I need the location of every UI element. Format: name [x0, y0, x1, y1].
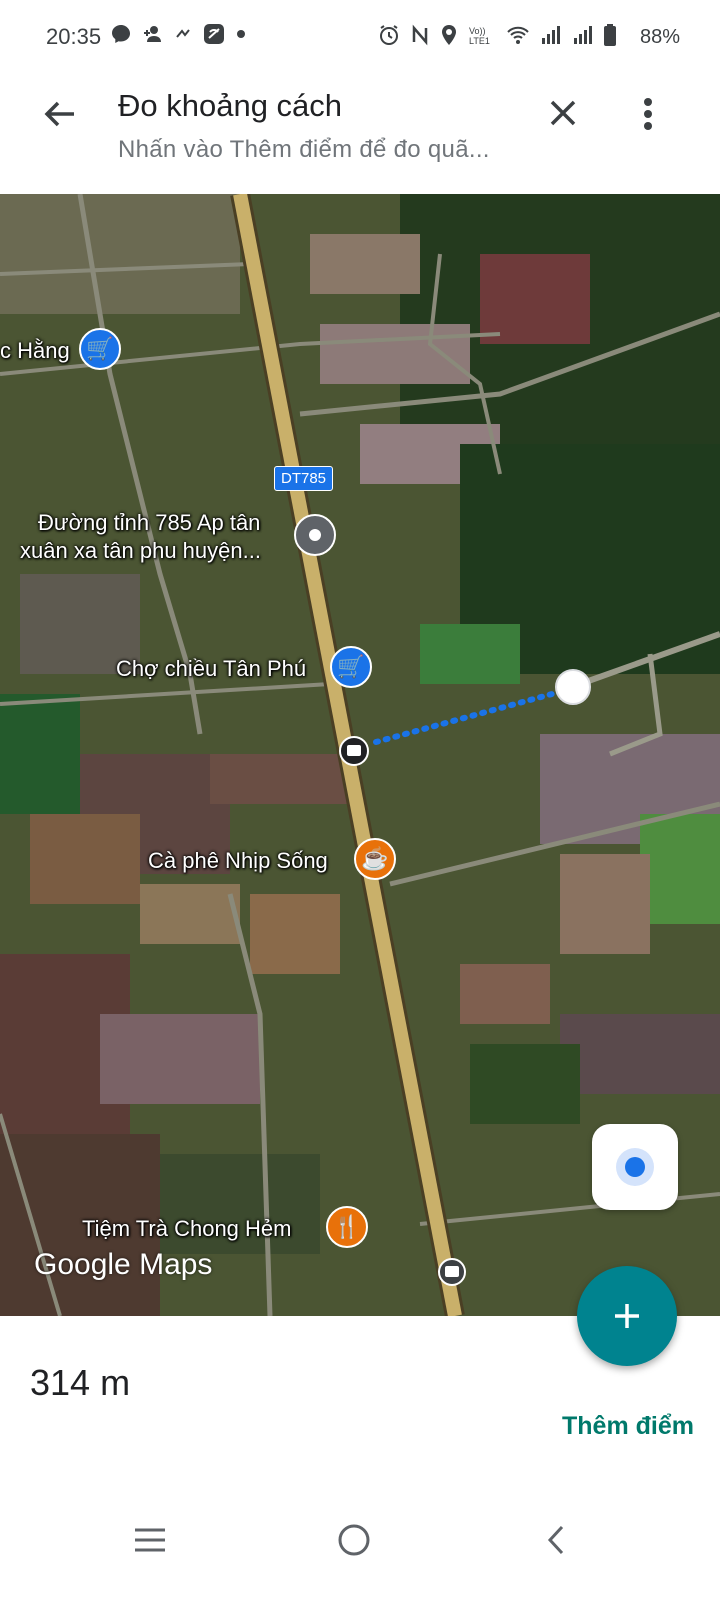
- poi-label-duong-tinh[interactable]: Đường tỉnh 785 Ap tân: [38, 510, 260, 536]
- my-location-icon: [616, 1148, 654, 1186]
- plus-icon: [615, 1304, 639, 1328]
- status-right-icons: Vo)) LTE1: [378, 24, 616, 46]
- location-icon: [442, 25, 456, 45]
- poi-label-hang[interactable]: c Hằng: [0, 338, 70, 364]
- battery-percentage: 88%: [639, 26, 680, 48]
- wifi-icon: [507, 26, 529, 44]
- back-button[interactable]: [36, 90, 84, 138]
- shopping-cart-icon[interactable]: 🛒: [330, 646, 372, 688]
- road-shield: DT785: [274, 466, 334, 491]
- recent-apps-button[interactable]: [120, 1510, 180, 1570]
- system-back-button[interactable]: [526, 1510, 586, 1570]
- app-notification-icon: [176, 29, 190, 38]
- vpn-icon: [204, 24, 224, 44]
- poi-label-tiem-tra[interactable]: Tiệm Trà Chong Hẻm: [82, 1216, 291, 1242]
- page-title: Đo khoảng cách: [118, 88, 343, 123]
- alarm-icon: [380, 25, 398, 45]
- dot-icon: [237, 30, 245, 38]
- restaurant-icon[interactable]: 🍴: [326, 1206, 368, 1248]
- distance-value: 314 m: [30, 1362, 131, 1403]
- messenger-icon: [112, 25, 130, 43]
- battery-icon: [604, 24, 616, 46]
- add-person-icon: [144, 26, 161, 42]
- home-icon: [338, 1524, 370, 1556]
- recents-icon: [135, 1528, 165, 1552]
- svg-text:Vo)): Vo)): [469, 26, 486, 36]
- volte-icon: Vo))LTE1: [469, 26, 490, 46]
- location-pin-icon[interactable]: [294, 514, 336, 556]
- status-time: 20:35: [46, 24, 102, 49]
- chevron-left-icon: [547, 1525, 564, 1555]
- add-point-button[interactable]: Thêm điểm: [562, 1412, 694, 1441]
- page-subtitle: Nhấn vào Thêm điểm để đo quã...: [118, 136, 490, 163]
- poi-label-duong-tinh-line2[interactable]: xuân xa tân phu huyện...: [20, 538, 261, 564]
- shopping-cart-icon[interactable]: 🛒: [79, 328, 121, 370]
- my-location-button[interactable]: [592, 1124, 678, 1210]
- coffee-icon[interactable]: ☕: [354, 838, 396, 880]
- poi-label-cho-chieu[interactable]: Chợ chiều Tân Phú: [116, 656, 306, 682]
- svg-text:LTE1: LTE1: [469, 36, 490, 46]
- clear-button[interactable]: [540, 90, 588, 138]
- poi-label-ca-phe[interactable]: Cà phê Nhịp Sống: [148, 848, 328, 874]
- signal-icon: [542, 26, 560, 44]
- close-icon: [550, 100, 576, 126]
- more-options-button[interactable]: [628, 90, 668, 138]
- add-point-fab[interactable]: [577, 1266, 677, 1366]
- home-button[interactable]: [324, 1510, 384, 1570]
- signal-icon: [574, 26, 592, 44]
- google-maps-logo: Google Maps: [34, 1248, 213, 1281]
- nfc-icon: [412, 24, 428, 46]
- arrow-back-icon: [44, 101, 74, 127]
- status-bar: 20:35 Vo)) LTE1 88%: [0, 0, 720, 72]
- satellite-map[interactable]: c Hằng 🛒 DT785 Đường tỉnh 785 Ap tân xuâ…: [0, 194, 720, 1316]
- measure-toolbar: Đo khoảng cách Nhấn vào Thêm điểm để đo …: [0, 72, 720, 194]
- status-left-icons: [110, 22, 246, 46]
- system-nav-bar: [0, 1480, 720, 1600]
- more-vert-icon: [644, 98, 652, 130]
